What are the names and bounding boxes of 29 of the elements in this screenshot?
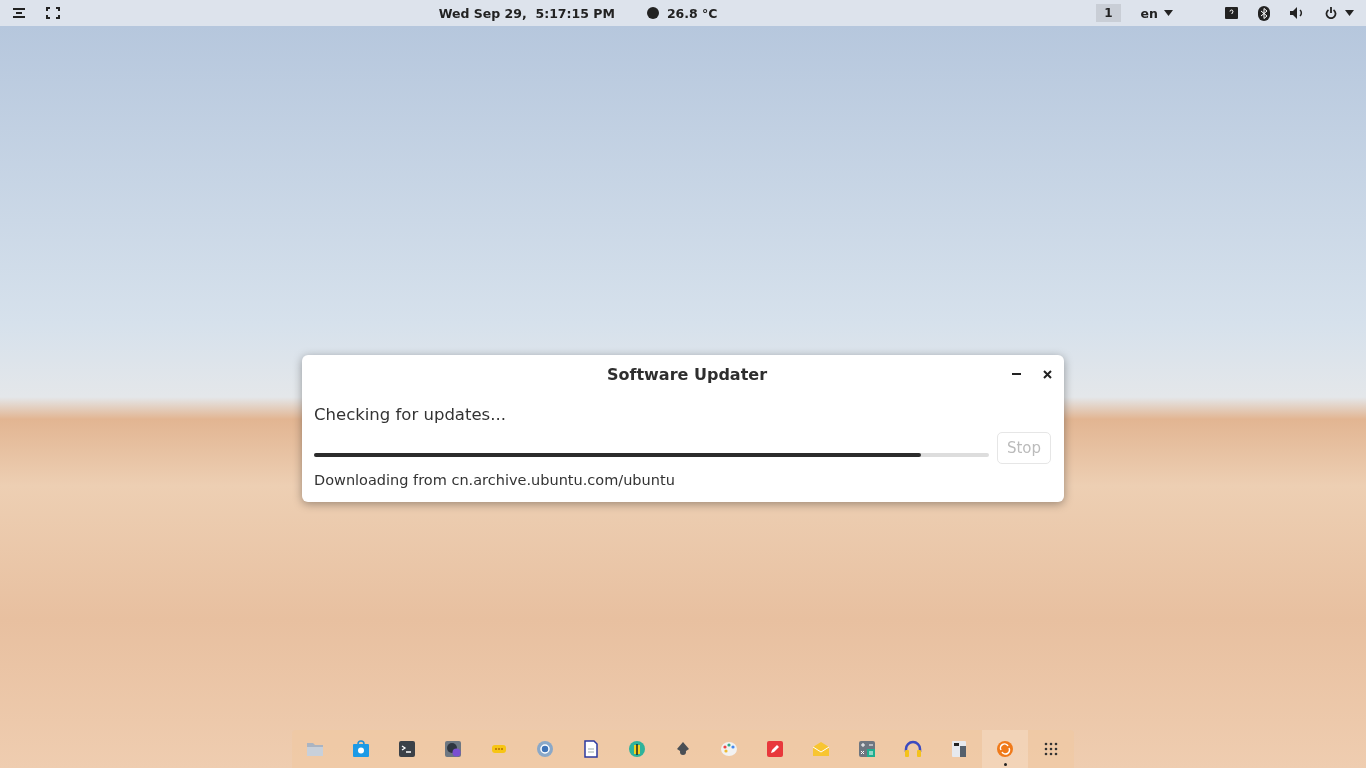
refresh-icon[interactable] (996, 740, 1014, 758)
screenshot-icon[interactable] (46, 7, 60, 19)
weather-icon (646, 7, 659, 19)
download-status: Downloading from cn.archive.ubuntu.com/ubuntu (314, 472, 676, 488)
calendar-icon[interactable] (950, 740, 968, 758)
palette-icon[interactable] (720, 740, 738, 758)
window-title: Software Updater (605, 364, 769, 384)
language[interactable]: en (1140, 5, 1158, 21)
dropdown-icon[interactable] (1345, 10, 1354, 16)
calculator-icon[interactable] (858, 740, 876, 758)
help-icon[interactable] (1225, 7, 1238, 19)
dropdown-icon[interactable] (1164, 10, 1173, 16)
browser-icon[interactable] (536, 740, 554, 758)
document-icon[interactable] (582, 740, 600, 758)
terminal-icon[interactable] (398, 740, 416, 758)
close-icon[interactable] (1043, 369, 1052, 379)
status-text: Checking for updates... (314, 405, 507, 424)
power-icon[interactable] (1325, 7, 1337, 19)
bluetooth-icon[interactable] (1258, 5, 1270, 21)
running-indicator (1003, 763, 1007, 766)
menu-icon[interactable] (12, 7, 26, 19)
workspace-indicator[interactable]: 1 (1096, 4, 1121, 22)
volume-icon[interactable] (1290, 7, 1305, 19)
pencil-icon[interactable] (766, 740, 784, 758)
shopping-bag-icon[interactable] (352, 740, 370, 758)
headphones-icon[interactable] (904, 740, 922, 758)
clock[interactable]: Wed Sep 29, 5:17:15 PM (438, 5, 615, 21)
app-grid-icon[interactable] (1042, 740, 1060, 758)
temperature[interactable]: 26.8 °C (666, 5, 718, 21)
